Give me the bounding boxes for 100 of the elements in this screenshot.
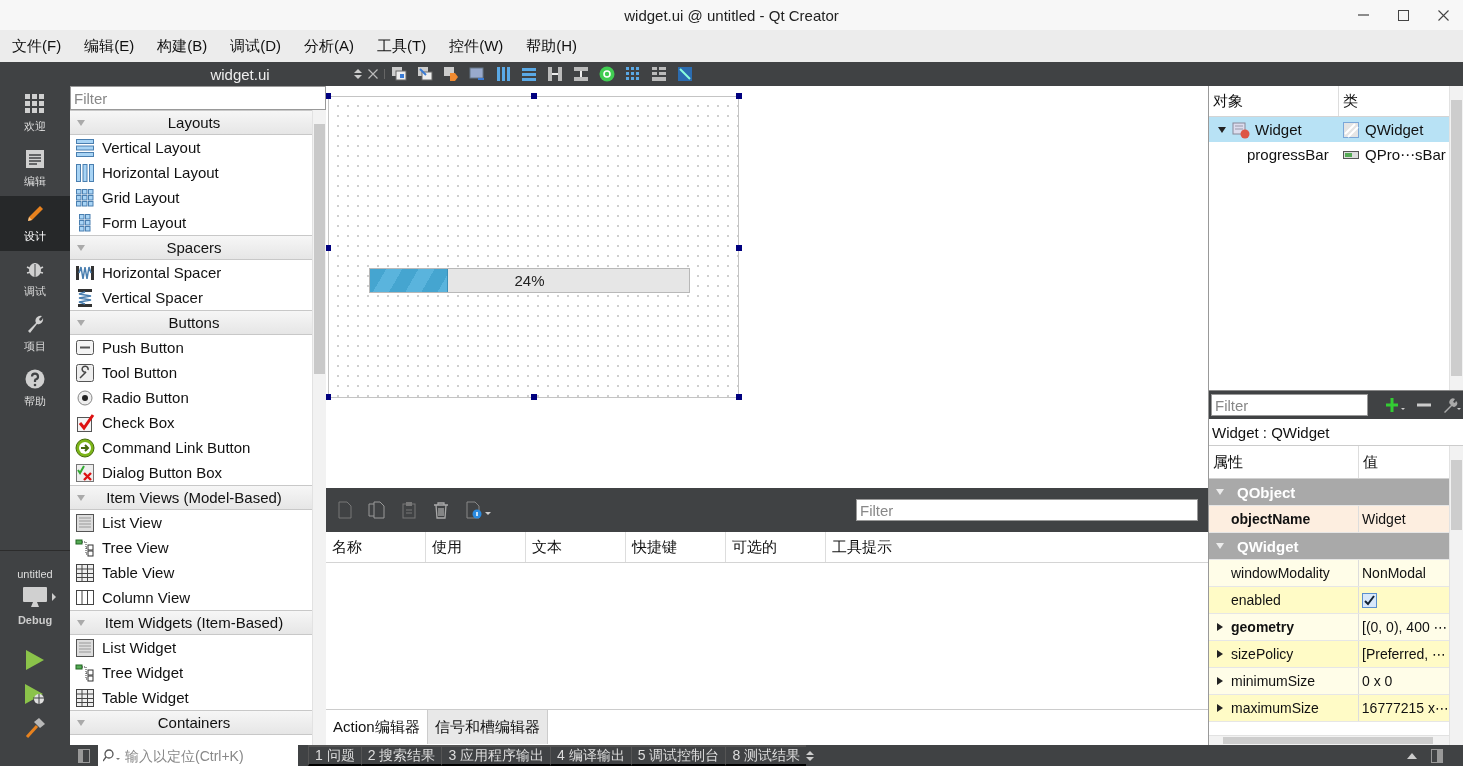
wrench-icon[interactable] bbox=[1442, 397, 1462, 413]
mode-button[interactable]: 编辑 bbox=[0, 141, 70, 196]
column-header[interactable]: 值 bbox=[1359, 446, 1378, 478]
menu-item[interactable]: 编辑(E) bbox=[73, 30, 146, 62]
widget-item[interactable]: Tree Widget bbox=[70, 660, 312, 685]
resize-handle[interactable] bbox=[326, 394, 331, 400]
widget-item[interactable]: Column View bbox=[70, 585, 312, 610]
mode-button[interactable]: 设计 bbox=[0, 196, 70, 251]
widget-item[interactable]: Dialog Button Box bbox=[70, 460, 312, 485]
clipboard-icon[interactable] bbox=[400, 501, 418, 519]
grid-icon[interactable] bbox=[625, 66, 641, 82]
scrollbar[interactable] bbox=[1449, 446, 1463, 745]
output-pane-button[interactable]: 1 问题 bbox=[308, 745, 361, 766]
form-icon[interactable] bbox=[651, 66, 667, 82]
widget-item[interactable]: Push Button bbox=[70, 335, 312, 360]
up-down-icon[interactable] bbox=[806, 749, 815, 762]
menu-item[interactable]: 调试(D) bbox=[219, 30, 292, 62]
mode-button[interactable]: 调试 bbox=[0, 251, 70, 306]
circle-icon[interactable] bbox=[599, 66, 615, 82]
scrollbar[interactable] bbox=[312, 110, 326, 745]
category-header[interactable]: Containers bbox=[70, 710, 312, 735]
widget-item[interactable]: Command Link Button bbox=[70, 435, 312, 460]
kit-selector[interactable]: untitled Debug bbox=[0, 551, 70, 643]
output-pane-button[interactable]: 5 调试控制台 bbox=[630, 745, 726, 766]
split-columns-icon[interactable] bbox=[547, 66, 563, 82]
widget-item[interactable]: Table View bbox=[70, 560, 312, 585]
widget-item[interactable]: Tree View bbox=[70, 535, 312, 560]
resize-handle[interactable] bbox=[736, 93, 742, 99]
category-header[interactable]: Spacers bbox=[70, 235, 312, 260]
document-info-icon[interactable] bbox=[464, 501, 492, 519]
menu-item[interactable]: 帮助(H) bbox=[515, 30, 589, 62]
close-icon[interactable] bbox=[368, 69, 378, 79]
output-pane-button[interactable]: 3 应用程序输出 bbox=[441, 745, 551, 766]
tree-row[interactable]: progressBar QPro⋯sBar bbox=[1209, 142, 1449, 167]
filter-field[interactable]: Filter bbox=[1211, 394, 1368, 416]
column-header[interactable]: 工具提示 bbox=[826, 532, 1208, 562]
widget-item[interactable]: Vertical Layout bbox=[70, 135, 312, 160]
expand-icon[interactable] bbox=[1216, 703, 1224, 713]
column-header[interactable]: 名称 bbox=[326, 532, 426, 562]
resize-handle[interactable] bbox=[736, 245, 742, 251]
widget-item[interactable]: Table Widget bbox=[70, 685, 312, 710]
resize-handle[interactable] bbox=[326, 93, 331, 99]
mode-button[interactable]: 项目 bbox=[0, 306, 70, 361]
columns-icon[interactable] bbox=[495, 66, 511, 82]
label-box-icon[interactable] bbox=[469, 66, 485, 82]
scrollbar[interactable] bbox=[1449, 86, 1463, 390]
output-pane-button[interactable]: 4 编译输出 bbox=[550, 745, 631, 766]
menu-item[interactable]: 文件(F) bbox=[1, 30, 73, 62]
column-header[interactable]: 对象 bbox=[1209, 86, 1339, 116]
widget-item[interactable]: Tool Button bbox=[70, 360, 312, 385]
window-stack-icon[interactable] bbox=[391, 66, 407, 82]
column-header[interactable]: 快捷键 bbox=[626, 532, 726, 562]
trash-icon[interactable] bbox=[432, 501, 450, 519]
widget-item[interactable]: Form Layout bbox=[70, 210, 312, 235]
editor-tab[interactable]: 信号和槽编辑器 bbox=[427, 710, 548, 744]
menu-item[interactable]: 工具(T) bbox=[366, 30, 438, 62]
mode-button[interactable]: 欢迎 bbox=[0, 86, 70, 141]
widget-item[interactable]: Grid Layout bbox=[70, 185, 312, 210]
arrow-up-icon[interactable] bbox=[1407, 752, 1417, 759]
column-header[interactable]: 文本 bbox=[526, 532, 626, 562]
copy-icon[interactable] bbox=[368, 501, 386, 519]
rows-icon[interactable] bbox=[521, 66, 537, 82]
menu-item[interactable]: 构建(B) bbox=[146, 30, 219, 62]
widget-item[interactable]: Vertical Spacer bbox=[70, 285, 312, 310]
mode-button[interactable]: 帮助 bbox=[0, 361, 70, 416]
window-tag-icon[interactable] bbox=[443, 66, 459, 82]
category-header[interactable]: Buttons bbox=[70, 310, 312, 335]
widget-item[interactable]: Radio Button bbox=[70, 385, 312, 410]
filter-field[interactable]: Filter bbox=[856, 499, 1198, 521]
widget-item[interactable]: Horizontal Spacer bbox=[70, 260, 312, 285]
scrollbar[interactable] bbox=[1209, 735, 1449, 745]
split-rows-icon[interactable] bbox=[573, 66, 589, 82]
column-header[interactable]: 使用 bbox=[426, 532, 526, 562]
filter-field[interactable]: Filter bbox=[70, 86, 326, 110]
expand-icon[interactable] bbox=[1216, 676, 1224, 686]
locator-field[interactable]: 输入以定位(Ctrl+K) bbox=[98, 745, 298, 766]
category-header[interactable]: Item Widgets (Item-Based) bbox=[70, 610, 312, 635]
sidebar-icon[interactable] bbox=[1431, 748, 1443, 763]
widget-item[interactable]: Check Box bbox=[70, 410, 312, 435]
progress-bar[interactable]: 24% bbox=[369, 268, 690, 293]
expand-icon[interactable] bbox=[1216, 649, 1224, 659]
output-pane-button[interactable]: 8 测试结果 bbox=[725, 745, 807, 766]
menu-item[interactable]: 控件(W) bbox=[438, 30, 515, 62]
collapse-icon[interactable] bbox=[1217, 124, 1227, 135]
output-pane-button[interactable]: 2 搜索结果 bbox=[360, 745, 442, 766]
column-header[interactable]: 属性 bbox=[1209, 446, 1359, 478]
sidebar-icon[interactable] bbox=[78, 748, 90, 763]
category-header[interactable]: Layouts bbox=[70, 110, 312, 135]
tree-row[interactable]: Widget QWidget bbox=[1209, 117, 1449, 142]
category-header[interactable]: Item Views (Model-Based) bbox=[70, 485, 312, 510]
widget-item[interactable]: Horizontal Layout bbox=[70, 160, 312, 185]
widget-item[interactable]: List View bbox=[70, 510, 312, 535]
column-header[interactable]: 类 bbox=[1339, 86, 1358, 116]
widget-item[interactable]: List Widget bbox=[70, 635, 312, 660]
window-arrow-icon[interactable] bbox=[417, 66, 433, 82]
resize-handle[interactable] bbox=[531, 394, 537, 400]
add-icon[interactable] bbox=[1386, 397, 1406, 413]
resize-handle[interactable] bbox=[531, 93, 537, 99]
column-header[interactable]: 可选的 bbox=[726, 532, 826, 562]
resize-handle[interactable] bbox=[736, 394, 742, 400]
